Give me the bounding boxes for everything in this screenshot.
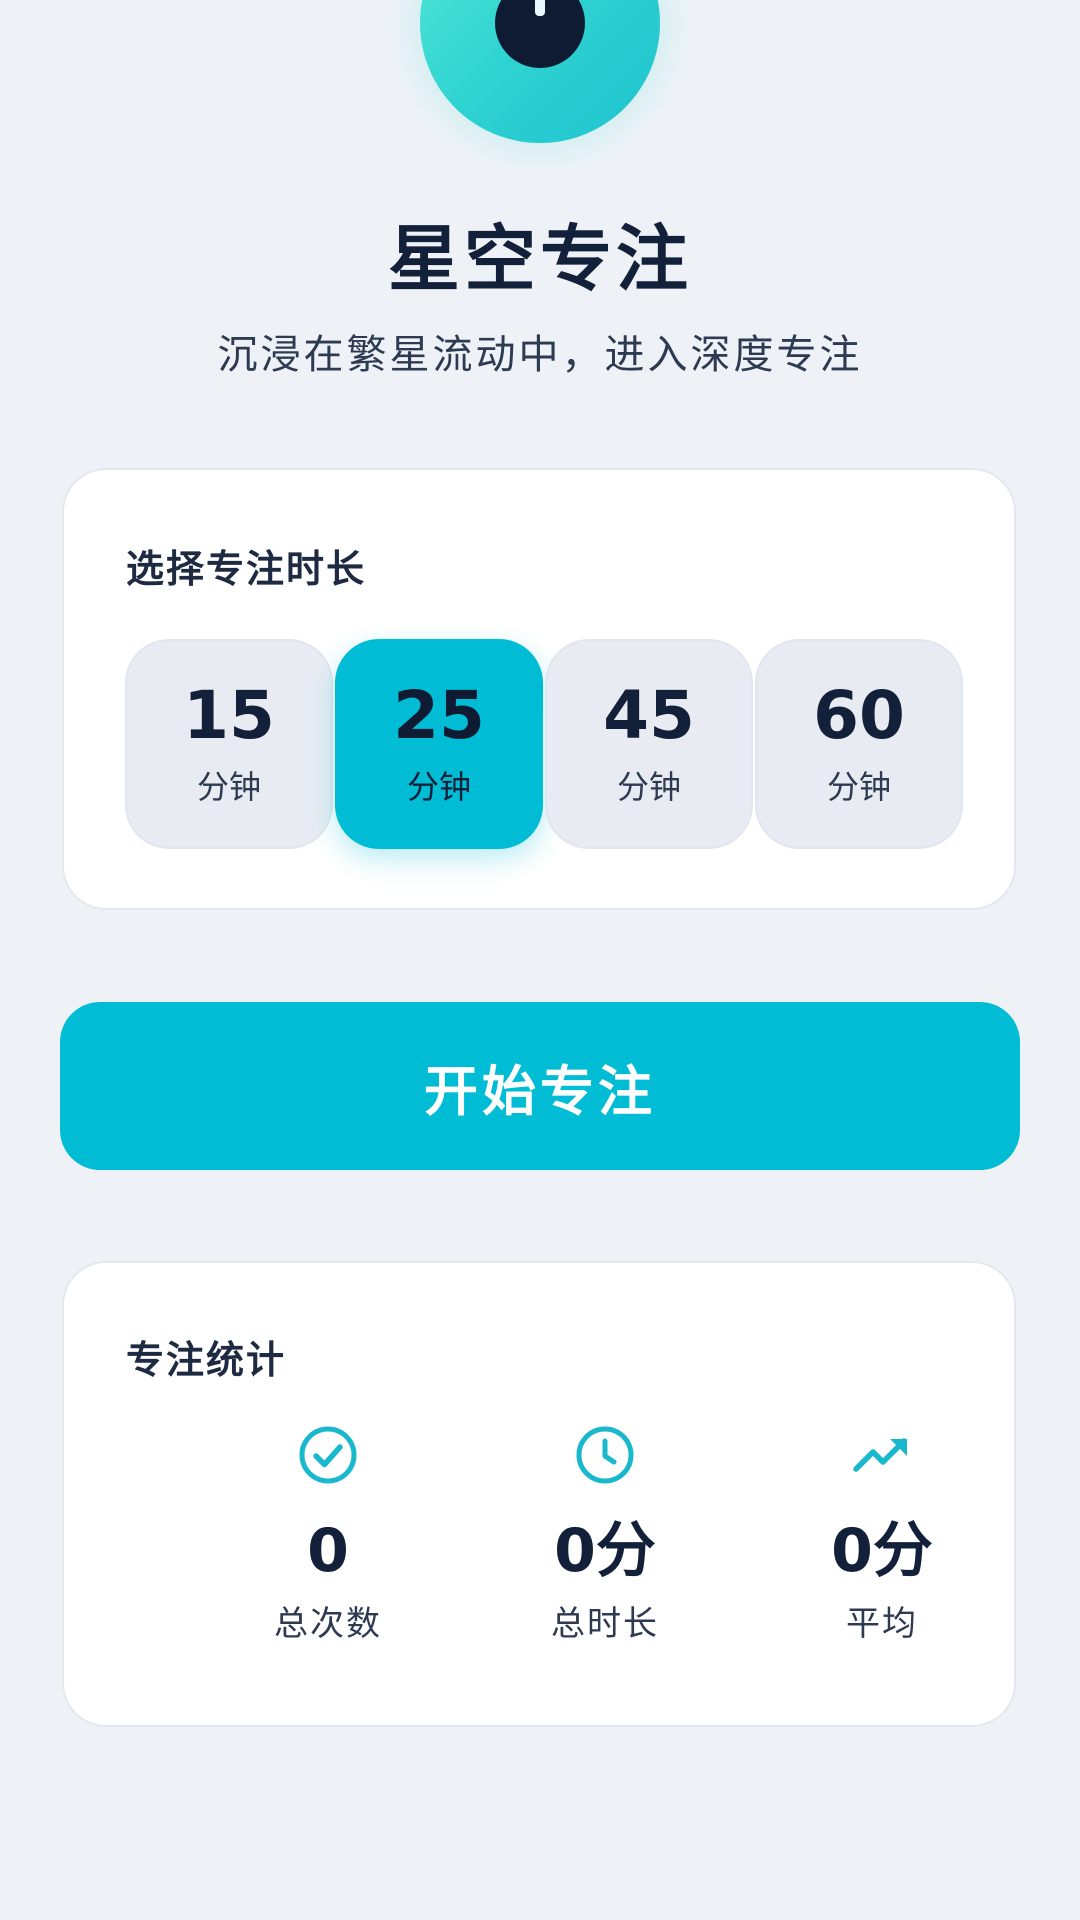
check-circle-icon — [299, 1426, 357, 1484]
duration-options: 15 分钟 25 分钟 45 分钟 60 分钟 — [125, 639, 965, 849]
duration-option-value: 45 — [603, 677, 695, 754]
duration-option-15[interactable]: 15 分钟 — [125, 639, 333, 849]
stat-average: 0分 平均 — [752, 1423, 1012, 1641]
stat-value: 0分 — [831, 1516, 933, 1586]
duration-option-60[interactable]: 60 分钟 — [755, 639, 963, 849]
page-title: 星空专注 — [387, 217, 692, 301]
duration-option-value: 15 — [183, 677, 275, 754]
stats-row: 0 总次数 0分 总时长 0分 平均 — [64, 1423, 1014, 1683]
stats-card: 专注统计 0 总次数 0分 总时长 0分 平均 — [62, 1261, 1016, 1727]
duration-option-unit: 分钟 — [616, 768, 681, 806]
duration-option-25[interactable]: 25 分钟 — [335, 639, 543, 849]
timer-hand — [535, 0, 545, 16]
stat-total-count: 0 总次数 — [198, 1423, 458, 1641]
duration-option-unit: 分钟 — [406, 768, 471, 806]
duration-option-45[interactable]: 45 分钟 — [545, 639, 753, 849]
duration-option-unit: 分钟 — [826, 768, 891, 806]
stat-value: 0 — [307, 1516, 349, 1586]
duration-option-value: 60 — [813, 677, 905, 754]
stat-total-duration: 0分 总时长 — [475, 1423, 735, 1641]
timer-icon — [495, 0, 585, 68]
duration-option-value: 25 — [393, 677, 485, 754]
duration-option-unit: 分钟 — [196, 768, 261, 806]
page-subtitle: 沉浸在繁星流动中，进入深度专注 — [217, 332, 863, 378]
trending-up-icon — [853, 1438, 907, 1472]
stat-label: 总时长 — [551, 1604, 659, 1644]
stat-value: 0分 — [554, 1516, 656, 1586]
stat-label: 总次数 — [274, 1604, 382, 1644]
app-logo — [390, 0, 690, 173]
start-focus-button[interactable]: 开始专注 — [60, 1002, 1020, 1170]
stats-card-title: 专注统计 — [126, 1338, 287, 1382]
duration-card: 选择专注时长 15 分钟 25 分钟 45 分钟 60 分钟 — [62, 468, 1016, 910]
duration-card-title: 选择专注时长 — [126, 547, 367, 591]
stat-label: 平均 — [846, 1604, 918, 1644]
clock-icon — [576, 1426, 634, 1484]
